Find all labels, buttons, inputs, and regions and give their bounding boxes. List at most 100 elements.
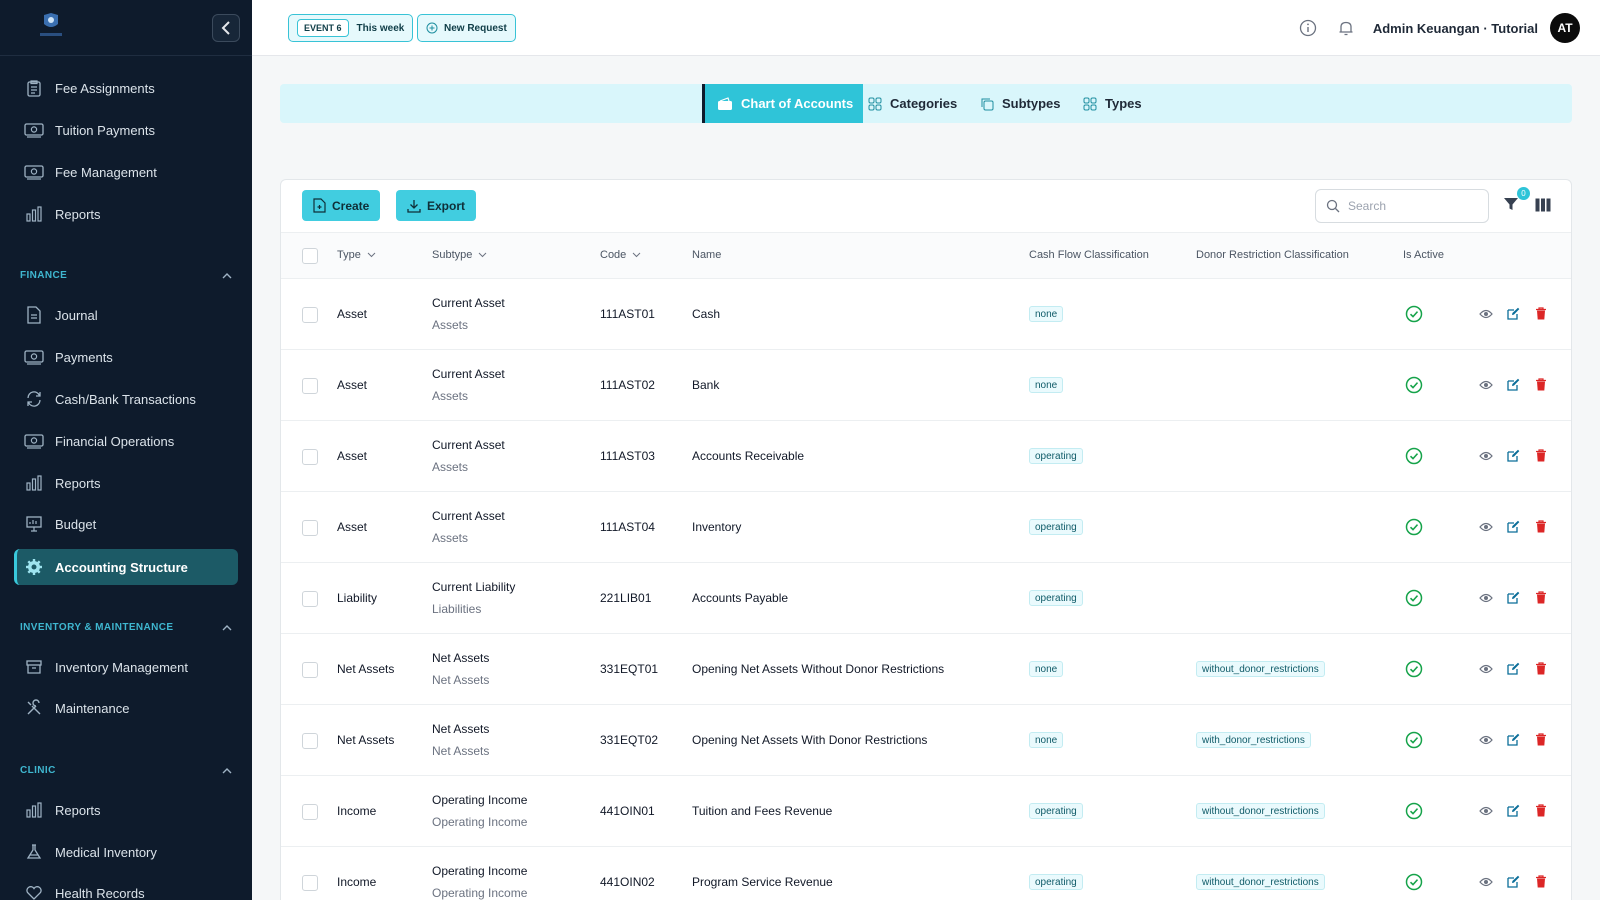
bell-icon[interactable]	[1337, 19, 1355, 37]
sidebar-item-reports[interactable]: Reports	[14, 196, 238, 232]
row-checkbox[interactable]	[302, 449, 318, 465]
sidebar-item-tuition-payments[interactable]: Tuition Payments	[14, 112, 238, 148]
delete-trash-icon[interactable]	[1535, 804, 1547, 817]
row-checkbox[interactable]	[302, 378, 318, 394]
section-header-finance[interactable]: FINANCE	[20, 270, 232, 281]
row-checkbox[interactable]	[302, 875, 318, 891]
sidebar-item-reports[interactable]: Reports	[14, 792, 238, 828]
column-type[interactable]: Type	[337, 249, 376, 261]
view-eye-icon[interactable]	[1479, 663, 1493, 675]
row-checkbox[interactable]	[302, 520, 318, 536]
table-row[interactable]: Asset Current Asset Assets 111AST01 Cash none	[281, 279, 1571, 350]
sidebar-item-inventory-management[interactable]: Inventory Management	[14, 649, 238, 685]
columns-icon[interactable]	[1535, 198, 1551, 212]
section-header-clinic[interactable]: CLINIC	[20, 765, 232, 776]
sidebar-item-maintenance[interactable]: Maintenance	[14, 690, 238, 726]
tab-chart-of-accounts[interactable]: Chart of Accounts	[702, 84, 864, 123]
edit-icon[interactable]	[1507, 520, 1520, 533]
column-code-label: Code	[600, 249, 627, 261]
row-checkbox[interactable]	[302, 591, 318, 607]
active-check-icon	[1405, 873, 1423, 891]
tab-types[interactable]: Types	[1083, 84, 1142, 123]
school-crest-icon[interactable]	[34, 12, 68, 40]
table-row[interactable]: Asset Current Asset Assets 111AST03 Accounts…	[281, 421, 1571, 492]
column-subtype-label: Subtype	[432, 249, 473, 261]
cell-subtype: Operating Income	[432, 864, 528, 878]
view-eye-icon[interactable]	[1479, 876, 1493, 888]
cell-subtype: Current Liability	[432, 580, 516, 594]
edit-icon[interactable]	[1507, 875, 1520, 888]
sidebar-item-reports[interactable]: Reports	[14, 465, 238, 501]
view-eye-icon[interactable]	[1479, 592, 1493, 604]
sidebar-item-budget[interactable]: Budget	[14, 506, 238, 542]
sidebar-item-financial-operations[interactable]: Financial Operations	[14, 423, 238, 459]
view-eye-icon[interactable]	[1479, 805, 1493, 817]
delete-trash-icon[interactable]	[1535, 875, 1547, 888]
new-request-button[interactable]: New Request	[417, 14, 516, 42]
sidebar-item-fee-management[interactable]: Fee Management	[14, 154, 238, 190]
select-all-checkbox[interactable]	[302, 248, 318, 264]
edit-icon[interactable]	[1507, 733, 1520, 746]
delete-trash-icon[interactable]	[1535, 733, 1547, 746]
sidebar-item-payments[interactable]: Payments	[14, 339, 238, 375]
edit-icon[interactable]	[1507, 378, 1520, 391]
delete-trash-icon[interactable]	[1535, 591, 1547, 604]
cell-name: Cash	[692, 307, 721, 321]
table-row[interactable]: Income Operating Income Operating Income 44…	[281, 776, 1571, 847]
table-row[interactable]: Net Assets Net Assets Net Assets 331EQT02 Op…	[281, 705, 1571, 776]
export-button[interactable]: Export	[396, 190, 477, 221]
edit-icon[interactable]	[1507, 449, 1520, 462]
collapse-sidebar-button[interactable]	[212, 14, 240, 42]
filter-icon[interactable]	[1503, 196, 1519, 212]
cell-code: 331EQT01	[600, 662, 659, 676]
sidebar-item-fee-assignments[interactable]: Fee Assignments	[14, 70, 238, 106]
edit-icon[interactable]	[1507, 591, 1520, 604]
view-eye-icon[interactable]	[1479, 450, 1493, 462]
table-row[interactable]: Asset Current Asset Assets 111AST04 Inventor…	[281, 492, 1571, 563]
sidebar-item-cash-bank-transactions[interactable]: Cash/Bank Transactions	[14, 381, 238, 417]
row-checkbox[interactable]	[302, 307, 318, 323]
event-week-button[interactable]: EVENT 6 This week	[288, 14, 414, 42]
sidebar-item-accounting-structure[interactable]: Accounting Structure	[14, 549, 238, 585]
table-row[interactable]: Liability Current Liability Liabilities 221…	[281, 563, 1571, 634]
section-header-inventory[interactable]: INVENTORY & MAINTENANCE	[20, 622, 232, 633]
sidebar-item-journal[interactable]: Journal	[14, 297, 238, 333]
cell-type: Net Assets	[337, 662, 395, 676]
tab-categories[interactable]: Categories	[868, 84, 957, 123]
table-row[interactable]: Asset Current Asset Assets 111AST02 Bank none	[281, 350, 1571, 421]
cell-code: 111AST04	[600, 520, 655, 534]
table-row[interactable]: Income Operating Income Operating Income 44…	[281, 847, 1571, 900]
row-checkbox[interactable]	[302, 733, 318, 749]
view-eye-icon[interactable]	[1479, 379, 1493, 391]
cashflow-tag: none	[1029, 732, 1064, 748]
search-input[interactable]	[1348, 199, 1478, 213]
edit-icon[interactable]	[1507, 307, 1520, 320]
create-button[interactable]: Create	[302, 190, 381, 221]
tab-subtypes[interactable]: Subtypes	[980, 84, 1061, 123]
view-eye-icon[interactable]	[1479, 734, 1493, 746]
table-row[interactable]: Net Assets Net Assets Net Assets 331EQT01 Op…	[281, 634, 1571, 705]
delete-trash-icon[interactable]	[1535, 662, 1547, 675]
sidebar-item-medical-inventory[interactable]: Medical Inventory	[14, 834, 238, 870]
row-checkbox[interactable]	[302, 804, 318, 820]
info-icon[interactable]	[1299, 19, 1317, 37]
avatar[interactable]: AT	[1550, 13, 1580, 43]
cashflow-tag: none	[1029, 661, 1064, 677]
column-subtype[interactable]: Subtype	[432, 249, 487, 261]
delete-trash-icon[interactable]	[1535, 378, 1547, 391]
cell-name: Opening Net Assets Without Donor Restric…	[692, 662, 945, 676]
sidebar-item-health-records[interactable]: Health Records	[14, 875, 238, 900]
delete-trash-icon[interactable]	[1535, 449, 1547, 462]
search-box[interactable]	[1315, 189, 1489, 223]
edit-icon[interactable]	[1507, 662, 1520, 675]
row-checkbox[interactable]	[302, 662, 318, 678]
edit-icon[interactable]	[1507, 804, 1520, 817]
user-name[interactable]: Admin Keuangan · Tutorial	[1373, 21, 1538, 36]
delete-trash-icon[interactable]	[1535, 307, 1547, 320]
delete-trash-icon[interactable]	[1535, 520, 1547, 533]
cell-code: 111AST01	[600, 307, 655, 321]
sidebar-item-label: Journal	[55, 307, 98, 323]
column-code[interactable]: Code	[600, 249, 641, 261]
view-eye-icon[interactable]	[1479, 308, 1493, 320]
view-eye-icon[interactable]	[1479, 521, 1493, 533]
